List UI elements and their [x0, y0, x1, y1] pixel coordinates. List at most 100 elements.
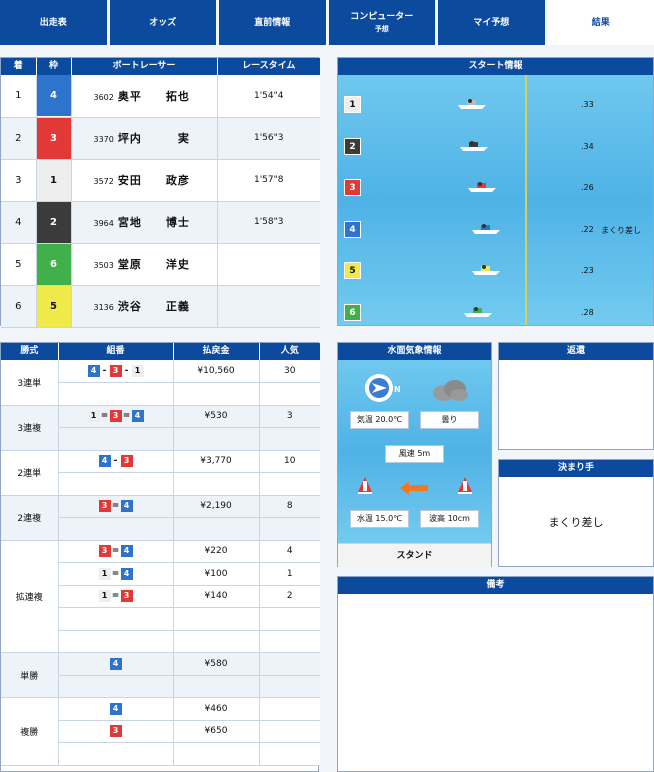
tab-label: 直前情報: [254, 17, 291, 28]
payout-amount: [173, 427, 260, 451]
racer-id: 3964: [93, 219, 114, 228]
col-bet-type: 勝式: [1, 343, 59, 360]
bet-type-cell: 単勝: [1, 652, 59, 698]
combination-cell: 1 = 3 = 4: [58, 405, 174, 428]
racer-name[interactable]: 堂原 洋史: [114, 258, 190, 271]
rank-cell: 4: [1, 201, 37, 244]
tab-pre-info[interactable]: 直前情報: [219, 0, 326, 45]
boat-icon: [472, 261, 502, 275]
racer-name[interactable]: 宮地 博士: [114, 216, 190, 229]
combo-boat-badge: 3: [109, 365, 122, 377]
col-payout: 払戻金: [173, 343, 260, 360]
popularity-cell: [259, 472, 320, 496]
start-info-panel: スタート情報 1 .33 2 .34 3 .26 4 .22 まくり差し 5 .23 6 .28: [337, 57, 654, 326]
combination-cell: 4: [58, 652, 174, 676]
start-info-title: スタート情報: [338, 58, 653, 75]
tab-my-prediction[interactable]: マイ予想: [438, 0, 545, 45]
racer-id: 3136: [93, 303, 114, 312]
popularity-cell: 2: [259, 585, 320, 608]
combo-boat-badge: 3: [98, 500, 111, 513]
wind-arrow-icon: [400, 480, 428, 499]
bet-type-cell: 2連複: [1, 495, 59, 541]
combo-separator: =: [111, 501, 120, 512]
combination-cell: 3 = 4: [58, 495, 174, 518]
racer-name[interactable]: 安田 政彦: [114, 174, 190, 187]
race-time-cell: 1'56"3: [217, 117, 320, 160]
result-row: 6 5 3136 渋谷 正義: [1, 285, 320, 328]
wave-height: 波高 10cm: [420, 510, 479, 528]
col-time: レースタイム: [242, 61, 296, 71]
combo-separator: -: [113, 456, 118, 467]
rank-cell: 3: [1, 159, 37, 202]
start-timing: .23: [581, 266, 594, 275]
weather-condition: 曇り: [420, 411, 479, 429]
lane-number-badge: 3: [344, 179, 361, 196]
tab-sublabel: 予想: [374, 24, 389, 33]
racer-name[interactable]: 奥平 拓也: [114, 90, 190, 103]
tab-odds[interactable]: オッズ: [109, 0, 216, 45]
racer-name[interactable]: 渋谷 正義: [114, 300, 190, 313]
remarks-panel: 備考: [337, 576, 654, 772]
waku-badge: 3: [36, 117, 71, 159]
combo-boat-badge: 4: [109, 702, 122, 715]
racer-cell: 3503 堂原 洋史: [71, 243, 218, 286]
waku-cell: 6: [36, 243, 72, 286]
payout-row: 拡連複 3 = 4 ¥220 4: [1, 540, 320, 653]
popularity-cell: [259, 720, 320, 743]
racer-id: 3572: [93, 177, 114, 186]
waku-badge: 2: [36, 201, 71, 243]
payout-amount: ¥3,770: [173, 450, 260, 473]
col-popularity: 人気: [280, 346, 299, 356]
tab-label: 結果: [591, 17, 610, 28]
boat-icon: [468, 178, 498, 192]
payout-header: 勝式 組番 払戻金 人気: [1, 343, 320, 360]
buoy-right-icon: [458, 477, 472, 499]
remarks-title: 備考: [338, 577, 653, 594]
combo-boat-badge: 4: [131, 410, 144, 423]
popularity-cell: [259, 382, 320, 406]
combo-boat-badge: 3: [120, 590, 133, 603]
popularity-cell: [259, 675, 320, 698]
start-timing: .26: [581, 183, 594, 192]
combo-separator: =: [100, 411, 109, 422]
waku-badge: 1: [36, 159, 71, 201]
combo-boat-badge: 4: [87, 365, 100, 377]
tab-computer-prediction[interactable]: コンピューター 予想: [328, 0, 435, 45]
popularity-cell: [259, 427, 320, 451]
nav-tabs: 出走表 オッズ 直前情報 コンピューター 予想 マイ予想 結果: [0, 0, 654, 45]
start-note: まくり差し: [601, 225, 641, 235]
col-rank: 着: [1, 58, 37, 75]
payout-amount: [173, 607, 260, 631]
tab-results[interactable]: 結果: [547, 0, 654, 45]
weather-title: 水面気象情報: [338, 343, 491, 360]
racer-name[interactable]: 坪内 実: [114, 132, 190, 145]
weather-panel: 水面気象情報 N 気温 20.0℃ 曇り 風速 5m 水温 15.0℃ 波高 1…: [337, 342, 492, 567]
combo-separator: =: [111, 546, 120, 557]
bet-type-cell: 3連単: [1, 360, 59, 406]
tab-label: マイ予想: [473, 17, 510, 28]
payout-amount: [173, 630, 260, 653]
popularity-cell: 1: [259, 562, 320, 586]
combination-cell: 3: [58, 720, 174, 743]
popularity-cell: [259, 607, 320, 631]
bet-type-cell: 3連複: [1, 405, 59, 451]
race-time-cell: 1'54"4: [217, 75, 320, 118]
refund-title: 返還: [499, 343, 653, 360]
combo-separator: =: [111, 591, 120, 602]
rank-cell: 2: [1, 117, 37, 160]
col-combination: 組番: [58, 343, 174, 360]
combo-boat-badge: 3: [120, 455, 133, 468]
north-label: N: [394, 385, 401, 394]
cloud-icon: [430, 378, 470, 406]
waku-badge: 4: [36, 75, 71, 117]
lane-number-badge: 2: [344, 137, 361, 155]
combination-cell: 1 = 3: [58, 585, 174, 608]
race-time-cell: 1'58"3: [217, 201, 320, 244]
payout-row: 2連単 4-3 ¥3,770 10: [1, 450, 320, 496]
payout-amount: [173, 472, 260, 496]
popularity-cell: 8: [259, 495, 320, 518]
combination-cell: [58, 427, 174, 451]
combo-boat-badge: 4: [120, 500, 133, 513]
combination-cell: [58, 472, 174, 496]
tab-entry[interactable]: 出走表: [0, 0, 107, 45]
